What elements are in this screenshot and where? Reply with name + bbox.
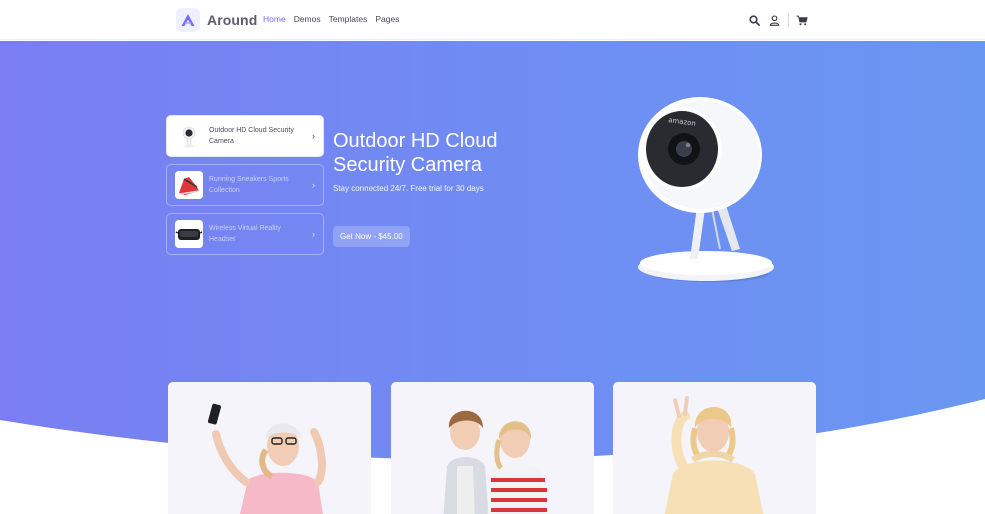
- search-icon[interactable]: [748, 14, 760, 26]
- cart-icon[interactable]: [796, 14, 808, 26]
- chevron-right-icon: ›: [312, 180, 315, 190]
- security-camera-thumb: [175, 122, 203, 150]
- product-tile-vr[interactable]: Wireless Virtual Reality Headset ›: [166, 213, 324, 255]
- kids-photo: [391, 382, 594, 514]
- nav-tools: [748, 13, 808, 27]
- category-card-teens[interactable]: [613, 382, 816, 514]
- nav-link-home[interactable]: Home: [263, 14, 286, 24]
- product-tile-label: Outdoor HD Cloud Security Camera: [209, 127, 294, 145]
- main-nav: Home Demos Templates Pages: [263, 14, 407, 24]
- product-tile-label: Running Sneakers Sports Collection: [209, 176, 289, 194]
- product-tile-label: Wireless Virtual Reality Headset: [209, 225, 281, 243]
- nav-link-templates[interactable]: Templates: [329, 14, 368, 24]
- brand[interactable]: Around: [176, 8, 257, 32]
- nav-link-pages[interactable]: Pages: [375, 14, 399, 24]
- nav-link-demos[interactable]: Demos: [294, 14, 321, 24]
- hero-subtitle: Stay connected 24/7. Free trial for 30 d…: [333, 184, 484, 193]
- user-icon[interactable]: [768, 14, 780, 26]
- hero-section: Outdoor HD Cloud Security Camera › Runni…: [0, 41, 985, 514]
- navbar: Around Home Demos Templates Pages: [0, 0, 985, 40]
- get-now-button[interactable]: Get Now - $45.00: [333, 226, 410, 247]
- nav-divider: [788, 13, 789, 27]
- around-logo-icon: [176, 8, 200, 32]
- brand-name: Around: [207, 12, 258, 28]
- vr-headset-thumb: [175, 220, 203, 248]
- product-tile-sneakers[interactable]: Running Sneakers Sports Collection ›: [166, 164, 324, 206]
- product-tile-camera[interactable]: Outdoor HD Cloud Security Camera ›: [166, 115, 324, 157]
- sneaker-thumb: [175, 171, 203, 199]
- chevron-right-icon: ›: [312, 131, 315, 141]
- chevron-right-icon: ›: [312, 229, 315, 239]
- security-camera-image: amazon: [638, 97, 774, 282]
- girl-hoodie-photo: [613, 382, 816, 514]
- woman-selfie-photo: [168, 382, 371, 514]
- category-card-women[interactable]: [168, 382, 371, 514]
- category-card-kids[interactable]: [391, 382, 594, 514]
- hero-title: Outdoor HD Cloud Security Camera: [333, 130, 498, 176]
